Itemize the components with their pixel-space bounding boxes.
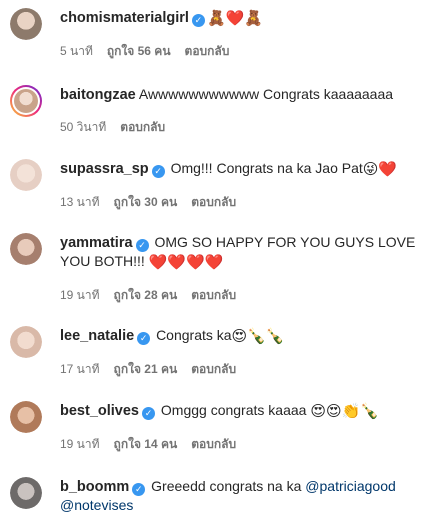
comment-text: Omggg congrats kaaaa xyxy=(160,402,307,418)
likes-count[interactable]: ถูกใจ 28 คน xyxy=(114,288,178,302)
verified-badge-icon: ✓ xyxy=(135,239,149,252)
reply-button[interactable]: ตอบกลับ xyxy=(191,362,236,376)
avatar-image xyxy=(10,8,42,40)
likes-count[interactable]: ถูกใจ 56 คน xyxy=(107,44,171,58)
reply-button[interactable]: ตอบกลับ xyxy=(120,120,165,134)
comment-emoji: ❤️❤️❤️❤️ xyxy=(148,254,224,271)
avatar-image xyxy=(14,89,38,113)
comment-emoji: 🧸❤️🧸 xyxy=(206,10,263,27)
comment-meta: 50 วินาที ตอบกลับ xyxy=(60,120,427,134)
likes-count[interactable]: ถูกใจ 30 คน xyxy=(114,195,178,209)
avatar[interactable] xyxy=(10,477,42,509)
reply-button[interactable]: ตอบกลับ xyxy=(191,195,236,209)
verified-badge-icon: ✓ xyxy=(132,483,146,496)
reply-button[interactable]: ตอบกลับ xyxy=(191,288,236,302)
avatar[interactable] xyxy=(10,8,42,40)
avatar-image xyxy=(10,401,42,433)
comment-text: Omg!!! Congrats na ka Jao Pat xyxy=(170,160,363,176)
comment-meta: 17 นาที ถูกใจ 21 คน ตอบกลับ xyxy=(60,362,427,376)
comment-time: 19 นาที xyxy=(60,437,100,451)
verified-badge-icon: ✓ xyxy=(151,165,165,178)
reply-button[interactable]: ตอบกลับ xyxy=(185,44,230,58)
avatar-story-ring[interactable] xyxy=(10,85,42,117)
verified-badge-icon: ✓ xyxy=(142,407,155,420)
comment-emoji: 😜❤️ xyxy=(362,161,398,178)
comment-meta: 19 นาที ถูกใจ 14 คน ตอบกลับ xyxy=(60,437,427,451)
avatar[interactable] xyxy=(10,326,42,358)
avatar-image xyxy=(10,159,42,191)
comment-username[interactable]: baitongzae xyxy=(60,87,136,103)
comment-username[interactable]: supassra_sp xyxy=(60,161,149,177)
comment-text: Congrats ka xyxy=(156,327,232,343)
comment-meta: 5 นาที ถูกใจ 56 คน ตอบกลับ xyxy=(60,44,427,58)
comment-list: chomismaterialgirl ✓ 🧸❤️🧸 5 นาที ถูกใจ 56 ค… xyxy=(0,0,435,521)
likes-count[interactable]: ถูกใจ 21 คน xyxy=(114,362,178,376)
comment-username[interactable]: b_boomm xyxy=(60,479,129,495)
verified-badge-icon: ✓ xyxy=(191,14,205,27)
comment-username[interactable]: lee_natalie xyxy=(60,328,134,344)
comment-time: 19 นาที xyxy=(60,288,100,302)
avatar[interactable] xyxy=(10,233,42,265)
comment-username[interactable]: chomismaterialgirl xyxy=(60,10,189,26)
comment-emoji: 😍🍾🍾 xyxy=(231,328,285,345)
comment-text: Greeedd congrats na ka xyxy=(151,478,302,494)
comment-time: 17 นาที xyxy=(60,362,100,376)
comment-meta: 13 นาที ถูกใจ 30 คน ตอบกลับ xyxy=(60,195,427,209)
comment-time: 13 นาที xyxy=(60,195,100,209)
comment-time: 5 นาที xyxy=(60,44,93,58)
likes-count[interactable]: ถูกใจ 14 คน xyxy=(114,437,178,451)
avatar-image xyxy=(10,326,42,358)
comment-time: 50 วินาที xyxy=(60,120,107,134)
avatar[interactable] xyxy=(10,159,42,191)
comment-username[interactable]: yammatira xyxy=(60,235,133,251)
comment-text: Awwwwwwwwwww Congrats kaaaaaaaa xyxy=(138,86,394,102)
comment-meta: 19 นาที ถูกใจ 28 คน ตอบกลับ xyxy=(60,288,427,302)
avatar[interactable] xyxy=(10,401,42,433)
comment-emoji: 😍😍👏🍾 xyxy=(310,403,379,420)
avatar-image xyxy=(10,477,42,509)
reply-button[interactable]: ตอบกลับ xyxy=(191,437,236,451)
verified-badge-icon: ✓ xyxy=(137,332,151,345)
avatar-image xyxy=(10,233,42,265)
comment-username[interactable]: best_olives xyxy=(60,403,139,419)
